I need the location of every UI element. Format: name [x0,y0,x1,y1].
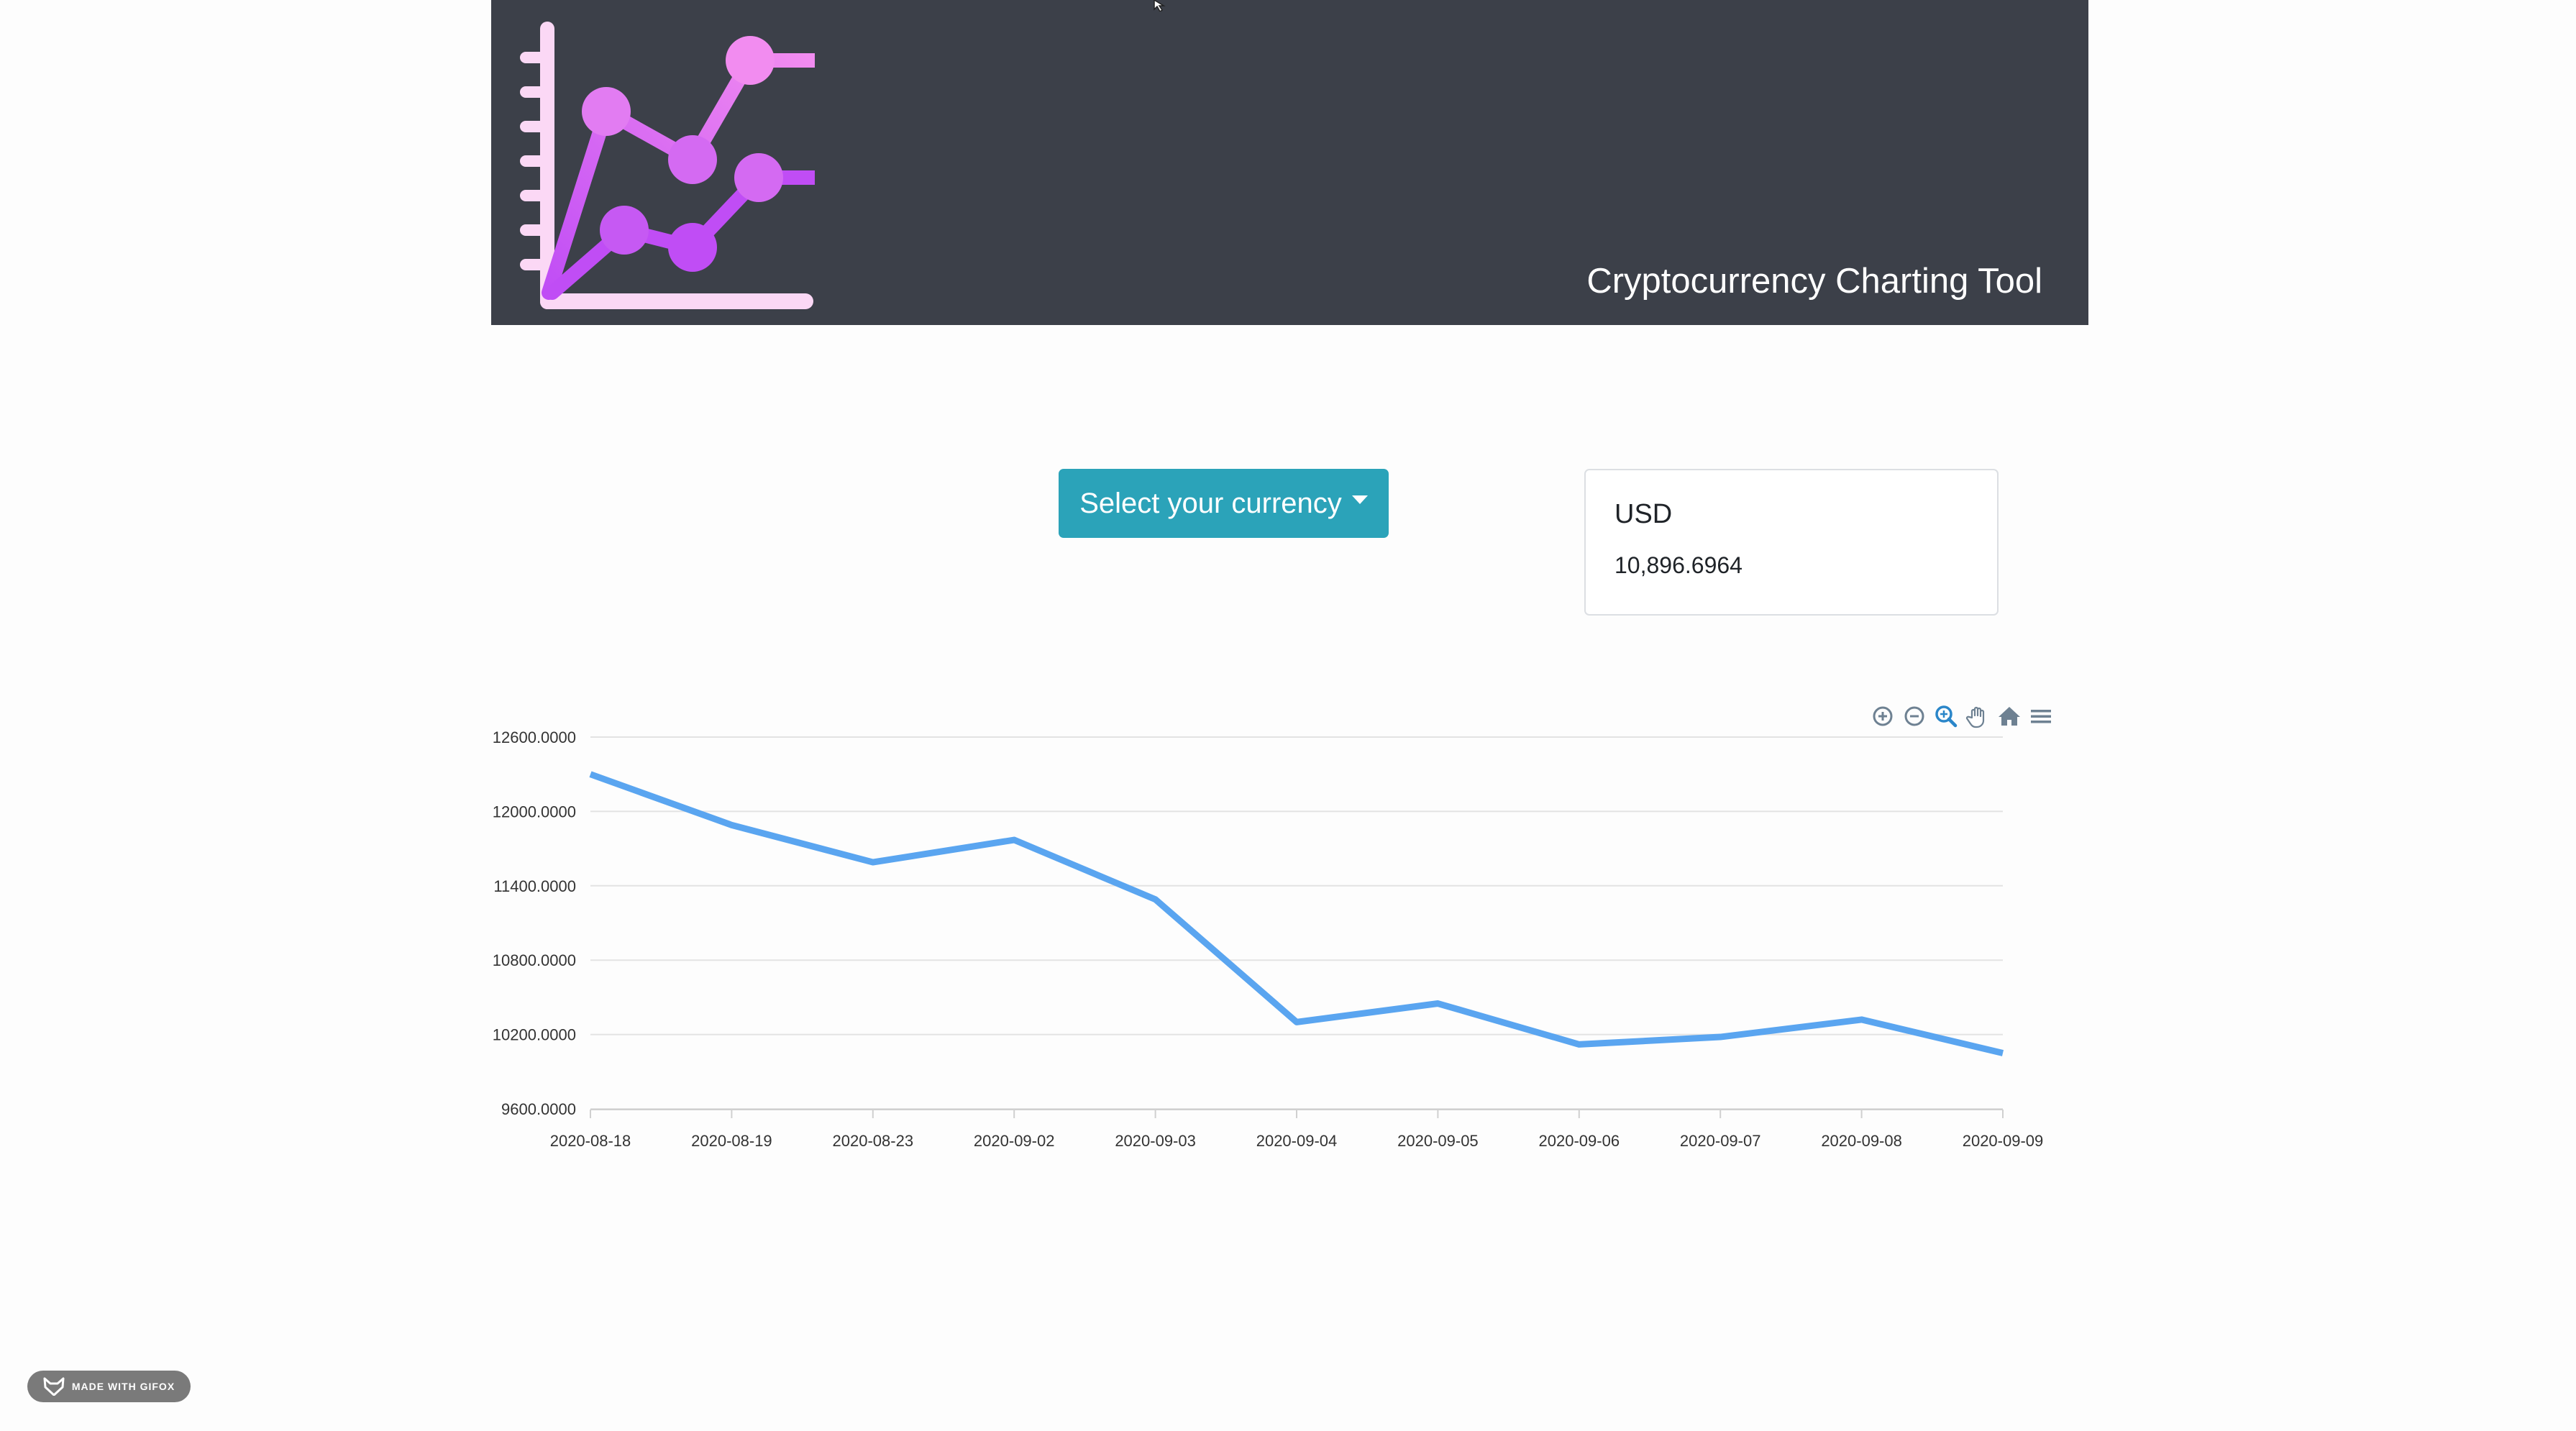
x-tick-label: 2020-09-09 [1963,1132,2044,1150]
app-header: Cryptocurrency Charting Tool [491,0,2088,325]
y-tick-label: 9600.0000 [501,1100,576,1118]
x-tick-label: 2020-09-06 [1539,1132,1620,1150]
y-tick-label: 12600.0000 [493,728,576,746]
price-card: USD 10,896.6964 [1584,469,1999,616]
currency-dropdown-label: Select your currency [1079,488,1342,519]
price-series-line [589,771,2004,1056]
mouse-cursor-icon [1154,0,1166,12]
made-with-gifox-badge[interactable]: MADE WITH GIFOX [27,1371,191,1402]
x-tick-label: 2020-08-23 [833,1132,914,1150]
price-card-value: 10,896.6964 [1614,552,1743,578]
x-tick-label: 2020-09-07 [1680,1132,1761,1150]
x-tick-label: 2020-08-19 [691,1132,772,1150]
x-tick-label: 2020-09-04 [1256,1132,1338,1150]
price-line-chart: 9600.0000 10200.0000 10800.0000 11400.0000 1… [493,728,2044,1150]
y-tick-label: 10800.0000 [493,951,576,969]
page: Cryptocurrency Charting Tool Select your… [0,0,2576,1431]
x-tick-label: 2020-09-02 [974,1132,1055,1150]
x-tick-label: 2020-08-18 [550,1132,631,1150]
fox-logo-icon [43,1377,65,1396]
app-title: Cryptocurrency Charting Tool [1586,262,2042,301]
badge-label: MADE WITH GIFOX [71,1381,175,1392]
y-tick-label: 11400.0000 [493,877,576,895]
price-card-currency: USD [1614,499,1673,529]
y-tick-label: 12000.0000 [493,803,576,820]
line-chart-logo-icon [520,22,815,309]
x-tick-label: 2020-09-03 [1115,1132,1196,1150]
x-tick-label: 2020-09-05 [1397,1132,1479,1150]
currency-dropdown-button[interactable]: Select your currency [1059,469,1389,538]
y-tick-label: 10200.0000 [493,1026,576,1044]
caret-down-icon [1351,495,1368,504]
x-tick-label: 2020-09-08 [1821,1132,1902,1150]
